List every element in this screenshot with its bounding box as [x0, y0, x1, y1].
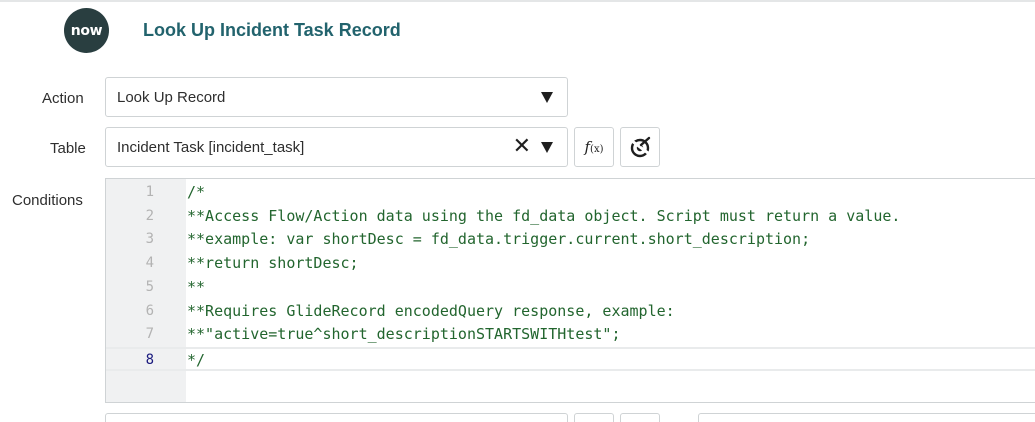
servicenow-logo: now [64, 8, 109, 53]
table-select-value: Incident Task [incident_task] [117, 138, 305, 156]
code-text: **Access Flow/Action data using the fd_d… [187, 206, 901, 225]
next-row-button-2[interactable] [620, 413, 660, 422]
line-number: 3 [145, 231, 154, 248]
code-line[interactable]: 3 **example: var shortDesc = fd_data.trig… [106, 228, 1035, 252]
code-line[interactable]: 7 **"active=true^short_descriptionSTARTSW… [106, 323, 1035, 347]
script-toggle-icon [630, 136, 651, 158]
fx-icon: f(x) [584, 138, 604, 156]
next-row-select[interactable] [105, 413, 568, 422]
line-number: 1 [145, 184, 154, 200]
code-line[interactable]: 6 **Requires GlideRecord encodedQuery res… [106, 300, 1035, 324]
code-text: */ [187, 350, 206, 369]
code-line[interactable]: 2 **Access Flow/Action data using the fd_… [106, 205, 1035, 229]
next-row-field[interactable] [698, 413, 1035, 422]
action-select[interactable]: Look Up Record [105, 77, 568, 117]
table-select[interactable]: Incident Task [incident_task] ✕ [105, 127, 568, 167]
conditions-script-editor[interactable]: 1 /* 2 **Access Flow/Action data using the … [105, 178, 1035, 403]
function-button[interactable]: f(x) [574, 127, 614, 167]
conditions-label: Conditions [12, 192, 83, 209]
code-line[interactable]: 4 **return shortDesc; [106, 252, 1035, 276]
line-number: 8 [145, 351, 154, 368]
action-select-value: Look Up Record [117, 88, 226, 106]
code-text: **return shortDesc; [187, 254, 359, 273]
top-border [0, 0, 1035, 2]
action-label: Action [42, 90, 84, 107]
line-number: 4 [145, 255, 154, 272]
code-line[interactable]: 1 /* [106, 181, 1035, 205]
next-row-button-1[interactable] [574, 413, 614, 422]
code-text: **example: var shortDesc = fd_data.trigg… [187, 230, 811, 249]
line-number: 2 [145, 207, 154, 224]
line-number: 7 [145, 326, 154, 343]
code-text: ** [187, 277, 206, 296]
close-icon[interactable]: ✕ [513, 136, 531, 158]
chevron-down-icon[interactable] [541, 141, 553, 153]
script-toggle-button[interactable] [620, 127, 660, 167]
code-line[interactable]: 8 */ [106, 346, 1035, 371]
page-title: Look Up Incident Task Record [143, 20, 401, 40]
table-label: Table [50, 140, 86, 157]
line-number: 6 [145, 302, 154, 319]
line-number: 5 [145, 278, 154, 295]
code-text: **Requires GlideRecord encodedQuery resp… [187, 301, 675, 320]
code-line[interactable]: 5 ** [106, 276, 1035, 300]
code-text: **"active=true^short_descriptionSTARTSWI… [187, 325, 621, 344]
logo-text: now [70, 22, 103, 39]
code-text: /* [187, 183, 206, 201]
chevron-down-icon[interactable] [541, 91, 553, 103]
